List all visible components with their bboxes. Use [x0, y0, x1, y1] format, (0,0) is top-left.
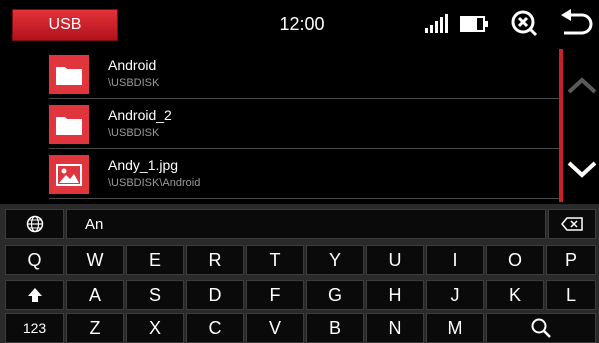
backspace-key[interactable]	[548, 209, 596, 239]
key-s[interactable]: S	[126, 280, 184, 310]
key-l[interactable]: L	[546, 280, 596, 310]
shift-key[interactable]	[5, 280, 64, 310]
usb-tab[interactable]: USB	[12, 9, 118, 41]
key-c[interactable]: C	[186, 313, 244, 343]
numbers-key[interactable]: 123	[5, 313, 64, 343]
scrollbar[interactable]	[559, 49, 563, 202]
key-k[interactable]: K	[486, 280, 544, 310]
list-item[interactable]: Android_2 \USBDISK	[0, 99, 563, 149]
file-path: \USBDISK	[108, 127, 160, 139]
list-item[interactable]: Android \USBDISK	[0, 49, 563, 99]
file-name: Android_2	[108, 107, 172, 123]
key-p[interactable]: P	[546, 245, 596, 275]
search-input[interactable]: An	[66, 209, 546, 239]
key-d[interactable]: D	[186, 280, 244, 310]
key-x[interactable]: X	[126, 313, 184, 343]
globe-icon	[26, 215, 43, 233]
key-r[interactable]: R	[186, 245, 244, 275]
key-h[interactable]: H	[366, 280, 424, 310]
battery-icon	[460, 16, 488, 32]
file-name: Andy_1.jpg	[108, 157, 179, 173]
scroll-down-icon[interactable]	[565, 155, 599, 185]
file-list: Android \USBDISK Android_2 \USBDISK Andy…	[0, 49, 563, 202]
folder-icon	[49, 55, 89, 94]
key-e[interactable]: E	[126, 245, 184, 275]
cancel-search-icon[interactable]	[509, 8, 539, 38]
key-i[interactable]: I	[426, 245, 484, 275]
key-q[interactable]: Q	[5, 245, 64, 275]
back-icon[interactable]	[558, 9, 594, 39]
key-w[interactable]: W	[66, 245, 124, 275]
language-key[interactable]	[5, 209, 64, 239]
clock: 12:00	[279, 14, 325, 34]
key-b[interactable]: B	[306, 313, 364, 343]
search-key[interactable]	[486, 313, 596, 343]
shift-icon	[27, 288, 42, 302]
file-path: \USBDISK\Android	[108, 177, 201, 189]
search-icon	[531, 318, 551, 338]
key-v[interactable]: V	[246, 313, 304, 343]
key-u[interactable]: U	[366, 245, 424, 275]
file-name: Android	[108, 57, 157, 73]
key-o[interactable]: O	[486, 245, 544, 275]
signal-icon	[425, 14, 448, 33]
list-item[interactable]: Andy_1.jpg \USBDISK\Android	[0, 149, 563, 199]
key-z[interactable]: Z	[66, 313, 124, 343]
folder-icon	[49, 105, 89, 144]
scroll-up-icon[interactable]	[565, 70, 599, 100]
key-a[interactable]: A	[66, 280, 124, 310]
key-m[interactable]: M	[426, 313, 484, 343]
status-bar: USB 12:00	[0, 0, 599, 49]
image-file-icon	[49, 155, 89, 194]
list-item-partial	[0, 199, 563, 202]
key-t[interactable]: T	[246, 245, 304, 275]
backspace-icon	[561, 217, 583, 231]
key-y[interactable]: Y	[306, 245, 364, 275]
key-j[interactable]: J	[426, 280, 484, 310]
key-g[interactable]: G	[306, 280, 364, 310]
key-f[interactable]: F	[246, 280, 304, 310]
file-path: \USBDISK	[108, 77, 160, 89]
key-n[interactable]: N	[366, 313, 424, 343]
